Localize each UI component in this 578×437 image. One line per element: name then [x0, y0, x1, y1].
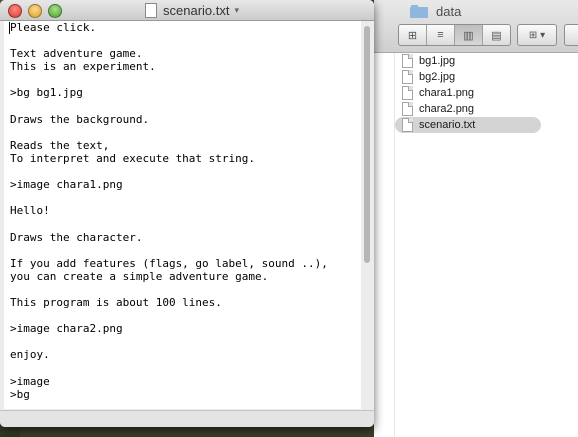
- text-line: >bg bg1.jpg: [10, 86, 83, 100]
- text-line: Draws the character.: [10, 230, 143, 244]
- text-line: you can create a simple adventure game.: [10, 269, 269, 283]
- text-document-icon: [145, 2, 157, 18]
- text-line: Text adventure game.: [10, 47, 143, 61]
- finder-title: data: [410, 2, 461, 20]
- file-item-scenario[interactable]: scenario.txt: [374, 117, 578, 133]
- scroll-thumb[interactable]: [364, 26, 370, 263]
- finder-toolbar: data ⊞ ≡ ▥ ▤ ⊞ ▾: [374, 0, 578, 53]
- text-line: [4, 244, 361, 257]
- text-line: [4, 361, 361, 374]
- icon-view-icon[interactable]: ⊞: [399, 25, 427, 45]
- list-view-icon[interactable]: ≡: [427, 25, 455, 45]
- vertical-scrollbar[interactable]: [363, 22, 371, 410]
- file-list: bg1.jpg bg2.jpg chara1.png chara2.png sc…: [374, 53, 578, 133]
- text-line: [4, 165, 361, 178]
- text-line: Hello!: [10, 204, 50, 218]
- file-name: bg2.jpg: [419, 71, 456, 83]
- text-line: [4, 34, 361, 47]
- text-line: [4, 335, 361, 348]
- text-line: [4, 217, 361, 230]
- text-line: [4, 73, 361, 86]
- text-area[interactable]: Please click. Text adventure game. This is…: [4, 21, 361, 409]
- coverflow-view-icon[interactable]: ▤: [483, 25, 510, 45]
- text-line: >bg: [10, 387, 30, 401]
- file-icon: [402, 102, 413, 116]
- text-line: [4, 191, 361, 204]
- file-name: bg1.jpg: [419, 55, 456, 67]
- text-cursor: [9, 22, 10, 34]
- text-line: [4, 100, 361, 113]
- folder-name: data: [436, 3, 462, 19]
- minimize-button[interactable]: [28, 4, 42, 18]
- text-line: >image chara2.png: [10, 322, 123, 336]
- document-name: scenario.txt: [163, 2, 230, 18]
- text-line: If you add features (flags, go label, so…: [10, 256, 328, 270]
- action-button[interactable]: [564, 24, 578, 46]
- text-line: To interpret and execute that string.: [10, 151, 256, 165]
- folder-icon: [410, 4, 428, 18]
- text-line: Draws the background.: [10, 112, 150, 126]
- file-name: chara2.png: [419, 103, 475, 115]
- text-line: This is an experiment.: [10, 60, 156, 74]
- text-line: [4, 126, 361, 139]
- arrange-button[interactable]: ⊞ ▾: [517, 24, 557, 46]
- file-item-chara1[interactable]: chara1.png: [374, 85, 578, 101]
- view-mode-control: ⊞ ≡ ▥ ▤: [398, 24, 511, 46]
- status-bar: [0, 410, 374, 427]
- finder-window: data ⊞ ≡ ▥ ▤ ⊞ ▾ bg1.jpg bg2.jpg chara1.…: [374, 0, 578, 437]
- file-name: chara1.png: [419, 87, 475, 99]
- zoom-button[interactable]: [48, 4, 62, 18]
- document-title[interactable]: scenario.txt ▾: [145, 1, 239, 19]
- file-item-bg2[interactable]: bg2.jpg: [374, 69, 578, 85]
- title-bar[interactable]: scenario.txt ▾: [0, 0, 374, 21]
- text-line: This program is about 100 lines.: [10, 295, 222, 309]
- file-name: scenario.txt: [419, 119, 476, 131]
- text-line: >image chara1.png: [10, 178, 123, 192]
- text-line: Please click.: [10, 21, 97, 34]
- chevron-down-icon[interactable]: ▾: [234, 5, 239, 16]
- text-line: Reads the text,: [10, 138, 110, 152]
- file-item-chara2[interactable]: chara2.png: [374, 101, 578, 117]
- text-editor-window: scenario.txt ▾ Please click. Text adventu…: [0, 0, 374, 427]
- file-icon: [402, 86, 413, 100]
- file-icon: [402, 118, 413, 132]
- file-icon: [402, 70, 413, 84]
- close-button[interactable]: [8, 4, 22, 18]
- file-item-bg1[interactable]: bg1.jpg: [374, 53, 578, 69]
- column-view-icon[interactable]: ▥: [455, 25, 483, 45]
- file-icon: [402, 54, 413, 68]
- text-line: >image: [10, 374, 50, 388]
- text-line: [4, 309, 361, 322]
- text-line: [4, 283, 361, 296]
- text-line: enjoy.: [10, 348, 50, 362]
